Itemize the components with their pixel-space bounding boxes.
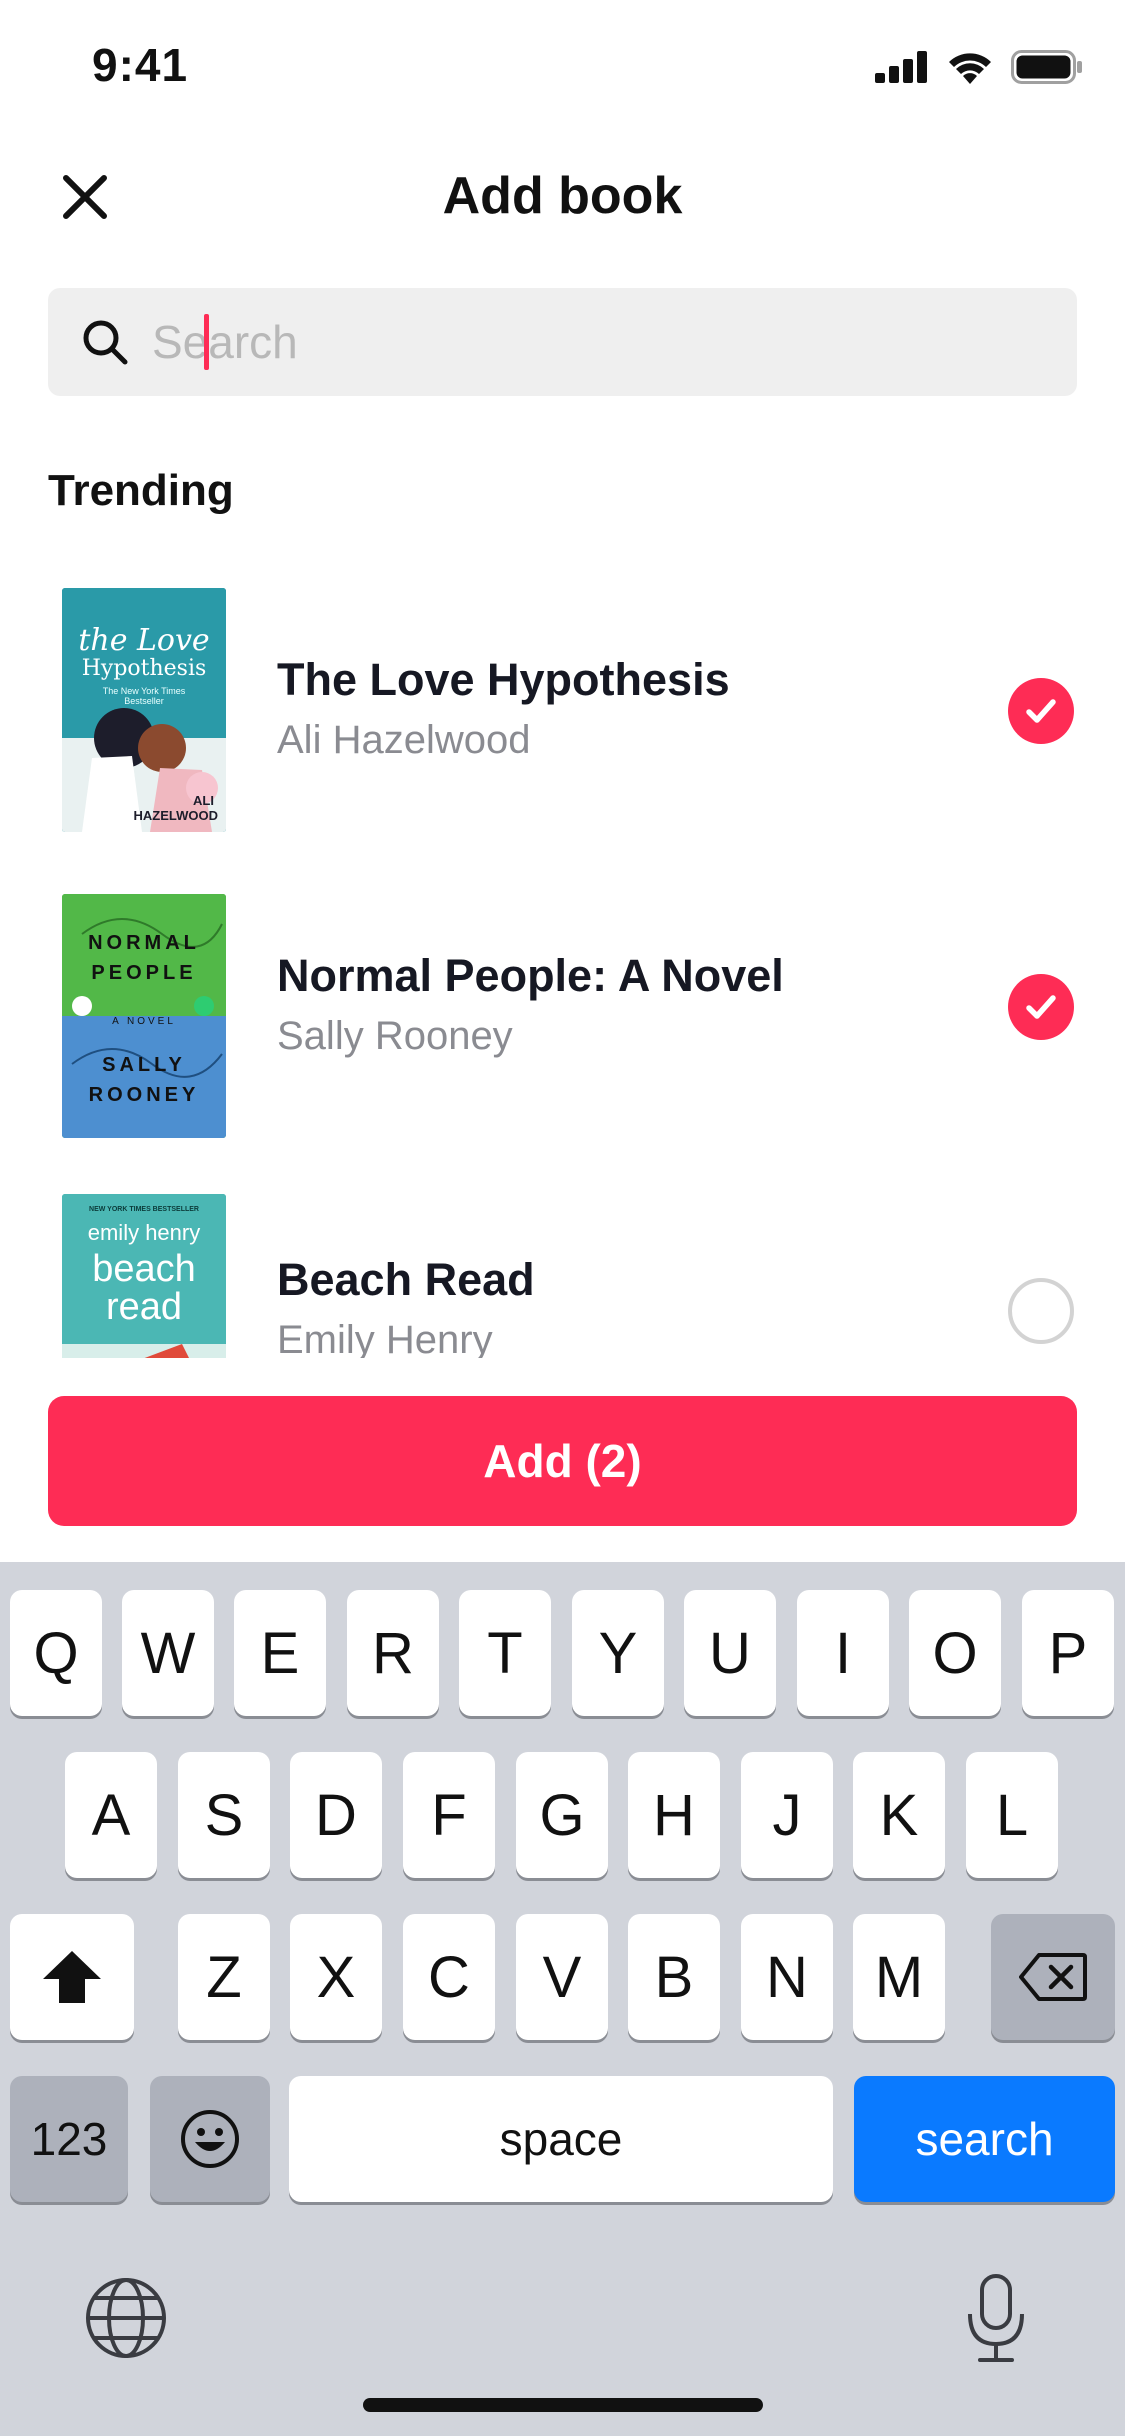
key-a[interactable]: A [65,1752,157,1878]
key-c[interactable]: C [403,1914,495,2040]
cover-tagline: The New York Times [102,686,186,696]
key-f[interactable]: F [403,1752,495,1878]
book-cover: NORMAL PEOPLE A NOVEL SALLY ROONEY [62,894,226,1138]
key-v[interactable]: V [516,1914,608,2040]
selected-checkbox[interactable] [1008,974,1074,1040]
keyboard: Q W E R T Y U I O P A S D F G H J K L Z … [0,1562,1125,2436]
book-cover: the Love Hypothesis The New York Times B… [62,588,226,832]
key-m[interactable]: M [853,1914,945,2040]
key-k[interactable]: K [853,1752,945,1878]
key-h[interactable]: H [628,1752,720,1878]
cover-title: the Love [78,623,210,658]
book-cover: NEW YORK TIMES BESTSELLER emily henry be… [62,1194,226,1358]
search-bar[interactable] [48,288,1077,396]
key-s[interactable]: S [178,1752,270,1878]
book-title: Normal People: A Novel [277,950,784,1001]
cover-author-last: ROONEY [88,1084,200,1106]
key-b[interactable]: B [628,1914,720,2040]
book-item[interactable]: NEW YORK TIMES BESTSELLER emily henry be… [0,1178,1125,1358]
key-n[interactable]: N [741,1914,833,2040]
text-caret [204,314,209,370]
cover-title-2: PEOPLE [91,962,197,984]
cover-author-first: ALI [193,793,214,808]
search-icon [80,317,130,367]
key-j[interactable]: J [741,1752,833,1878]
key-q[interactable]: Q [10,1590,102,1716]
key-y[interactable]: Y [572,1590,664,1716]
cover-tagline: NEW YORK TIMES BESTSELLER [89,1206,199,1213]
key-z[interactable]: Z [178,1914,270,2040]
key-x[interactable]: X [290,1914,382,2040]
globe-icon [86,2278,166,2358]
space-key[interactable]: space [289,2076,833,2202]
wifi-icon [949,53,991,84]
key-d[interactable]: D [290,1752,382,1878]
book-list: the Love Hypothesis The New York Times B… [0,560,1125,1358]
book-author: Emily Henry [277,1318,493,1358]
page-title: Add book [442,167,683,225]
shift-icon [43,1951,101,2003]
dictation-button[interactable] [952,2268,1040,2368]
emoji-key[interactable] [150,2076,270,2202]
cover-author-last: HAZELWOOD [133,808,219,823]
key-g[interactable]: G [516,1752,608,1878]
globe-button[interactable] [82,2274,170,2362]
backspace-icon [1019,1953,1087,2001]
key-p[interactable]: P [1022,1590,1114,1716]
cover-title-1: NORMAL [88,932,200,954]
book-item[interactable]: NORMAL PEOPLE A NOVEL SALLY ROONEY Norma… [0,878,1125,1148]
search-input[interactable] [152,288,1077,396]
cover-author: emily henry [87,1220,201,1245]
emoji-icon [181,2110,239,2168]
key-w[interactable]: W [122,1590,214,1716]
book-title: Beach Read [277,1254,535,1305]
battery-icon [1011,50,1082,84]
delete-key[interactable] [991,1914,1115,2040]
key-i[interactable]: I [797,1590,889,1716]
shift-key[interactable] [10,1914,134,2040]
cellular-signal-icon [875,51,927,83]
add-button[interactable]: Add (2) [48,1396,1077,1526]
unselected-checkbox[interactable] [1008,1278,1074,1344]
key-u[interactable]: U [684,1590,776,1716]
cover-title-2: read [105,1286,183,1328]
cover-subtitle: A NOVEL [112,1016,176,1027]
cover-subtitle: Hypothesis [81,656,207,681]
key-l[interactable]: L [966,1752,1058,1878]
status-icons [875,50,1083,84]
numbers-key[interactable]: 123 [10,2076,128,2202]
book-title: The Love Hypothesis [277,654,730,705]
section-title-trending: Trending [48,466,234,515]
status-time: 9:41 [92,39,189,91]
cover-tagline-2: Bestseller [124,696,164,706]
key-o[interactable]: O [909,1590,1001,1716]
checkmark-icon [1026,995,1056,1019]
key-t[interactable]: T [459,1590,551,1716]
home-indicator [363,2398,763,2412]
cover-author-first: SALLY [102,1054,186,1076]
search-key[interactable]: search [854,2076,1115,2202]
book-author: Ali Hazelwood [277,718,531,762]
selected-checkbox[interactable] [1008,678,1074,744]
cover-title-1: beach [92,1248,196,1290]
book-item[interactable]: the Love Hypothesis The New York Times B… [0,572,1125,842]
status-bar: 9:41 [0,0,1125,140]
checkmark-icon [1026,699,1056,723]
book-author: Sally Rooney [277,1014,513,1058]
key-e[interactable]: E [234,1590,326,1716]
microphone-icon [968,2274,1024,2362]
key-r[interactable]: R [347,1590,439,1716]
